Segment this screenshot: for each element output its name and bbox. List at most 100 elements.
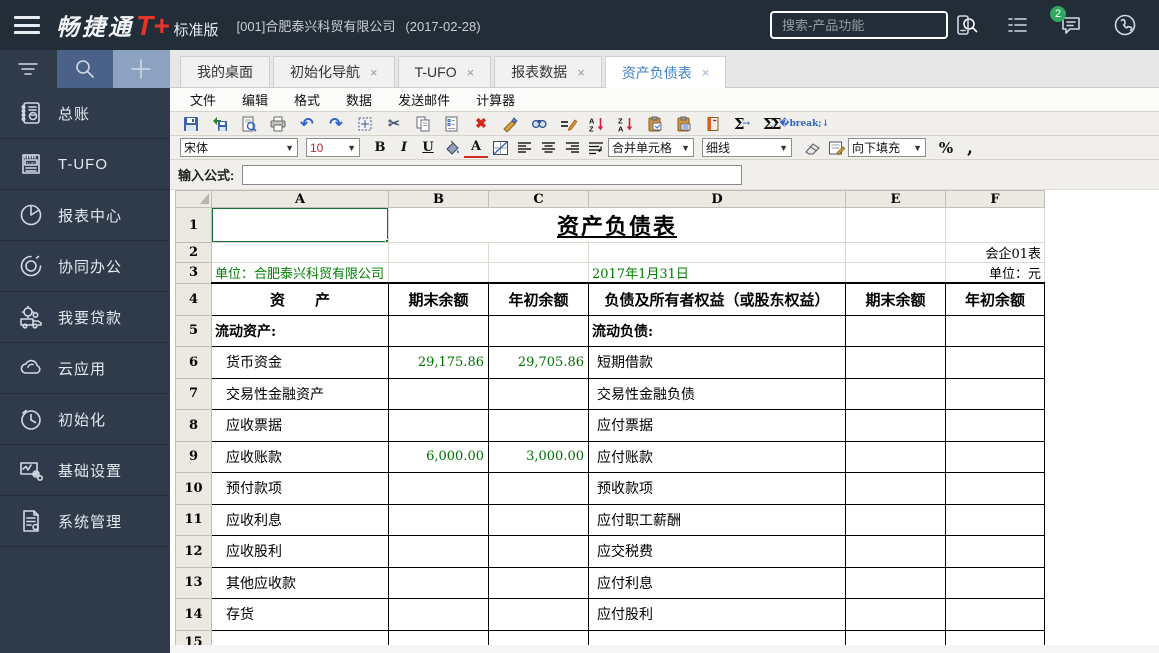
sidebar-search-icon[interactable] (56, 50, 114, 88)
cell[interactable] (388, 597, 489, 631)
service-phone-icon[interactable] (1113, 13, 1137, 37)
fill-color-icon[interactable] (440, 138, 464, 158)
sheet-title-cell[interactable]: 资产负债表 (388, 207, 846, 243)
row-header[interactable]: 7 (175, 377, 212, 410)
align-center-icon[interactable] (536, 138, 560, 158)
cell[interactable] (488, 503, 589, 536)
cell[interactable] (945, 314, 1045, 347)
cell[interactable] (945, 534, 1045, 568)
cell[interactable] (945, 566, 1045, 599)
row-header[interactable]: 14 (175, 597, 212, 631)
percent-style-button[interactable]: % (934, 138, 958, 158)
sum-icon[interactable]: Σ → (731, 114, 753, 134)
header-end-balance[interactable]: 期末余额 (388, 282, 489, 316)
cell[interactable] (388, 314, 489, 347)
tab-init-nav[interactable]: 初始化导航 × (273, 56, 395, 87)
line-style-select[interactable]: 细线 ▼ (702, 138, 792, 157)
formula-input[interactable] (242, 164, 743, 185)
sort-descending-icon[interactable]: ZA (615, 114, 637, 134)
cell[interactable]: 应付利息 (588, 566, 846, 599)
cell[interactable] (488, 597, 589, 631)
sidebar-item-tufo[interactable]: T-UFO T-UFO (0, 139, 170, 190)
row-header[interactable]: 4 (175, 282, 212, 316)
cell[interactable] (945, 345, 1045, 379)
borders-icon[interactable] (488, 138, 512, 158)
cell[interactable] (488, 377, 589, 410)
print-icon[interactable] (267, 114, 289, 134)
paste-special-icon[interactable] (441, 114, 463, 134)
cell[interactable]: 预收款项 (588, 471, 846, 505)
undo-icon[interactable]: ↶ (296, 114, 318, 134)
cell[interactable]: 3,000.00 (488, 440, 589, 473)
column-header-f[interactable]: F (945, 190, 1045, 208)
tab-balance-sheet[interactable]: 资产负债表 × (604, 56, 727, 88)
cut-icon[interactable]: ✂ (383, 114, 405, 134)
paste-value-icon[interactable] (644, 114, 666, 134)
cell[interactable] (845, 503, 946, 536)
select-area-icon[interactable] (354, 114, 376, 134)
cell[interactable] (845, 207, 946, 243)
find-icon[interactable] (528, 114, 550, 134)
print-preview-icon[interactable] (238, 114, 260, 134)
close-icon[interactable]: × (370, 65, 378, 80)
merge-cells-select[interactable]: 合并单元格 ▼ (608, 138, 694, 157)
delete-icon[interactable]: ✖ (470, 114, 492, 134)
row-header[interactable]: 9 (175, 440, 212, 473)
copy-icon[interactable] (412, 114, 434, 134)
cell[interactable]: 交易性金融负债 (588, 377, 846, 410)
row-header[interactable]: 12 (175, 534, 212, 568)
underline-button[interactable]: U (416, 138, 440, 158)
cell[interactable] (945, 597, 1045, 631)
eraser-icon[interactable] (800, 138, 824, 158)
sidebar-item-initialization[interactable]: 初始化 (0, 394, 170, 445)
cell[interactable] (845, 566, 946, 599)
menu-icon[interactable] (14, 16, 40, 34)
cell[interactable] (945, 207, 1045, 243)
font-select[interactable]: 宋体 ▼ (180, 138, 298, 157)
cell[interactable] (945, 503, 1045, 536)
cell[interactable] (211, 242, 389, 263)
cell[interactable]: 存货 (211, 597, 389, 631)
cell[interactable]: 应交税费 (588, 534, 846, 568)
column-header-a[interactable]: A (211, 190, 389, 208)
header-begin-balance[interactable]: 年初余额 (488, 282, 589, 316)
cell-a1-selected[interactable] (211, 207, 389, 243)
column-header-b[interactable]: B (388, 190, 489, 208)
sidebar-item-cloud-apps[interactable]: 云应用 (0, 343, 170, 394)
cell[interactable]: 应付账款 (588, 440, 846, 473)
cell[interactable]: 其他应收款 (211, 566, 389, 599)
cell[interactable]: 预付款项 (211, 471, 389, 505)
cell[interactable]: 应收利息 (211, 503, 389, 536)
tasklist-icon[interactable] (1005, 13, 1029, 37)
menu-send-mail[interactable]: 发送邮件 (398, 90, 450, 109)
cell[interactable]: 应收股利 (211, 534, 389, 568)
cell[interactable] (388, 262, 489, 284)
cell[interactable] (388, 242, 489, 263)
tab-my-desktop[interactable]: 我的桌面 (180, 56, 270, 87)
cell[interactable]: 货币资金 (211, 345, 389, 379)
plus-icon[interactable] (113, 50, 170, 88)
cell[interactable] (845, 408, 946, 442)
sidebar-item-basic-settings[interactable]: 基础设置 (0, 445, 170, 496)
cell[interactable] (388, 566, 489, 599)
report-date-cell[interactable]: 2017年1月31日 (588, 262, 846, 284)
select-all-corner[interactable] (175, 190, 212, 208)
cell[interactable] (388, 408, 489, 442)
cell-section[interactable]: 流动负债: (588, 314, 846, 347)
cell[interactable] (945, 377, 1045, 410)
save-icon[interactable] (180, 114, 202, 134)
row-header[interactable]: 6 (175, 345, 212, 379)
cell[interactable] (388, 471, 489, 505)
row-header[interactable]: 8 (175, 408, 212, 442)
cell-section[interactable]: 流动资产: (211, 314, 389, 347)
unit-company-cell[interactable]: 单位：合肥泰兴科贸有限公司 (211, 262, 389, 284)
sort-ascending-icon[interactable]: AZ (586, 114, 608, 134)
cell[interactable]: 应收票据 (211, 408, 389, 442)
column-header-d[interactable]: D (588, 190, 846, 208)
cell[interactable] (845, 440, 946, 473)
cell[interactable]: 应付票据 (588, 408, 846, 442)
row-header[interactable]: 3 (175, 262, 212, 284)
paste-format-icon[interactable] (673, 114, 695, 134)
mobile-icon[interactable] (951, 13, 975, 37)
close-icon[interactable]: × (702, 65, 710, 80)
